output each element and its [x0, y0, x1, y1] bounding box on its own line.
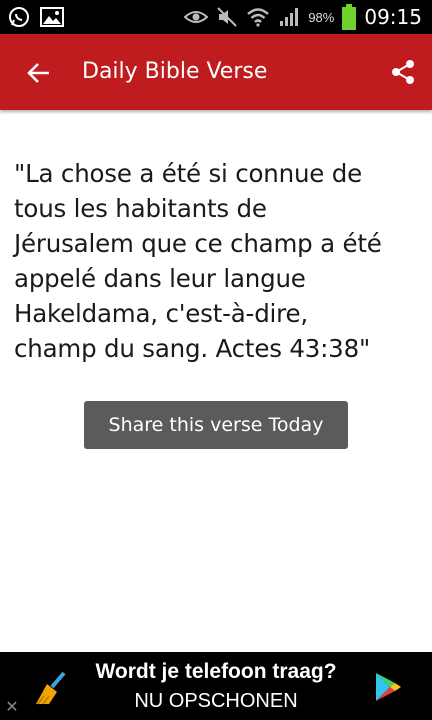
share-verse-button[interactable]: Share this verse Today	[84, 401, 348, 449]
app-bar: Daily Bible Verse	[0, 34, 432, 110]
verse-line: champ du sang. Actes 43:38"	[14, 334, 371, 363]
arrow-back-icon[interactable]	[26, 60, 52, 86]
mute-icon	[217, 7, 238, 27]
verse-line: "La chose a été si connue de	[14, 159, 362, 188]
whatsapp-icon	[9, 7, 29, 27]
page-title: Daily Bible Verse	[82, 59, 268, 84]
status-bar-notifications	[8, 6, 64, 28]
verse-line: Jérusalem que ce champ a été	[14, 229, 382, 258]
gallery-icon	[40, 7, 64, 27]
battery-icon	[342, 4, 357, 30]
status-bar: 98% 09:15	[0, 0, 432, 34]
ad-headline: Wordt je telefoon traag?	[95, 660, 337, 683]
verse-line: tous les habitants de	[14, 194, 267, 223]
status-bar-system: 98% 09:15	[184, 4, 422, 30]
verse-text: "La chose a été si connue de tous les ha…	[14, 156, 418, 366]
play-store-icon	[376, 673, 401, 701]
share-icon[interactable]	[390, 59, 416, 85]
battery-percent: 98%	[308, 9, 335, 25]
verse-line: appelé dans leur langue	[14, 264, 306, 293]
eye-icon	[184, 11, 209, 23]
ad-cta: NU OPSCHONEN	[134, 690, 298, 712]
status-time: 09:15	[364, 5, 422, 29]
ad-banner[interactable]: ✕ Wordt je telefoon traag? NU OPSCHONEN	[0, 652, 432, 720]
verse-line: Hakeldama, c'est-à-dire,	[14, 299, 308, 328]
wifi-icon	[247, 8, 270, 27]
signal-icon	[280, 8, 299, 26]
